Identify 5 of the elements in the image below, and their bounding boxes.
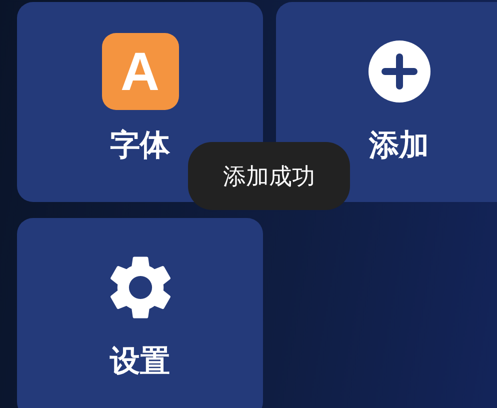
font-icon: A (102, 33, 178, 110)
tile-label: 添加 (369, 128, 429, 164)
tile-label: 字体 (110, 128, 170, 164)
success-toast: 添加成功 (188, 142, 350, 210)
tile-label: 设置 (110, 344, 170, 380)
